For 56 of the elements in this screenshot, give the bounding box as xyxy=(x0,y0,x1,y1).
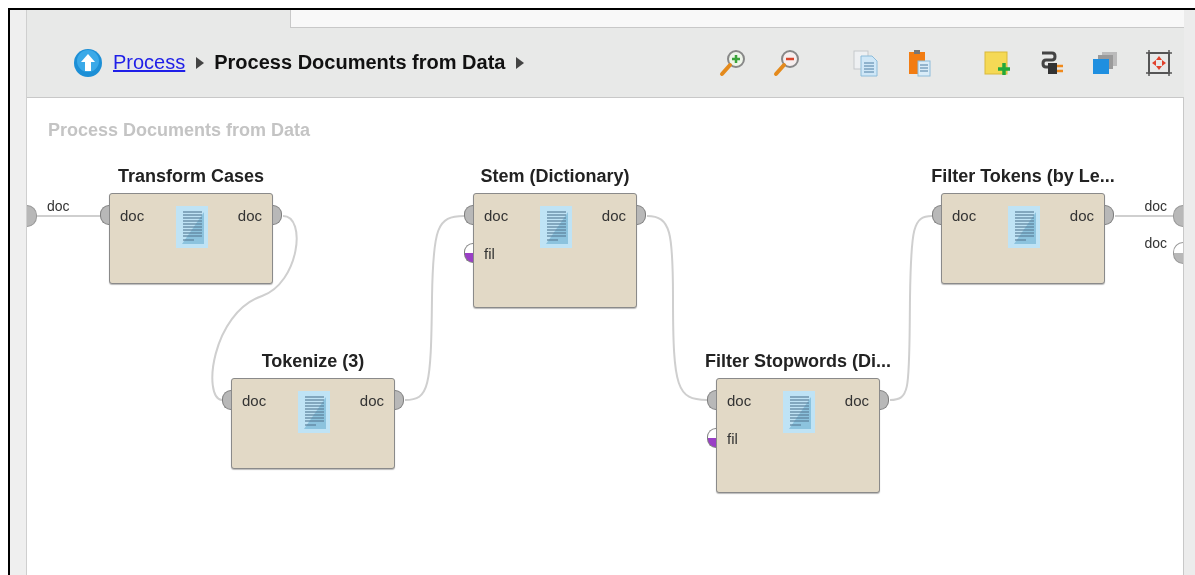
port-label: doc xyxy=(601,207,626,225)
port-label: doc xyxy=(1069,207,1094,225)
breadcrumb-link[interactable]: Process xyxy=(113,51,186,74)
document-icon xyxy=(540,206,572,248)
operator-title: Filter Stopwords (Di... xyxy=(705,351,891,371)
port-connector[interactable] xyxy=(1173,242,1183,264)
port-connector[interactable] xyxy=(222,390,231,410)
operator-box[interactable]: doc doc xyxy=(109,193,273,284)
port-label: doc xyxy=(242,392,267,410)
port-connector[interactable] xyxy=(100,205,109,225)
operator-title: Filter Tokens (by Le... xyxy=(931,166,1115,186)
port-connector[interactable] xyxy=(707,428,716,448)
port-label: doc xyxy=(359,392,384,410)
canvas-title: Process Documents from Data xyxy=(48,120,311,141)
document-icon xyxy=(783,391,815,433)
port-connector[interactable] xyxy=(27,205,37,227)
operator-box[interactable]: doc fil doc xyxy=(716,378,880,493)
caret-icon[interactable] xyxy=(516,56,525,69)
port-connector[interactable] xyxy=(464,243,473,263)
connection-line xyxy=(36,215,101,217)
port-connector[interactable] xyxy=(273,205,282,225)
port-connector[interactable] xyxy=(880,390,889,410)
port-label: doc xyxy=(952,207,977,225)
fit-view-icon[interactable] xyxy=(1144,47,1174,78)
port-connector[interactable] xyxy=(707,390,716,410)
operator-title: Transform Cases xyxy=(117,166,265,186)
port-label: doc xyxy=(47,198,70,214)
port-connector[interactable] xyxy=(1105,205,1114,225)
caret-icon[interactable] xyxy=(196,56,205,69)
port-connector[interactable] xyxy=(932,205,941,225)
connection-line xyxy=(1114,215,1174,217)
port-label: fil xyxy=(727,430,738,448)
zoom-in-icon[interactable] xyxy=(718,47,748,78)
breadcrumb-current: Process Documents from Data xyxy=(214,51,506,74)
port-label: doc xyxy=(237,207,262,225)
operator-box[interactable]: doc fil doc xyxy=(473,193,637,308)
document-icon xyxy=(176,206,208,248)
port-connector[interactable] xyxy=(464,205,473,225)
operator-box[interactable]: doc doc xyxy=(231,378,395,469)
port-connector[interactable] xyxy=(395,390,404,410)
operator-title: Tokenize (3) xyxy=(261,351,365,371)
port-label: doc xyxy=(484,207,509,225)
zoom-out-icon[interactable] xyxy=(772,47,802,78)
port-connector[interactable] xyxy=(1173,205,1183,227)
operator-box[interactable]: doc doc xyxy=(941,193,1105,284)
document-icon xyxy=(298,391,330,433)
port-label: doc xyxy=(727,392,752,410)
port-label: doc xyxy=(1144,235,1167,251)
port-label: doc xyxy=(844,392,869,410)
document-icon xyxy=(1008,206,1040,248)
port-label: fil xyxy=(484,245,495,263)
port-label: doc xyxy=(1144,198,1167,214)
port-label: doc xyxy=(120,207,145,225)
operator-title: Stem (Dictionary) xyxy=(480,166,630,186)
copy-icon[interactable] xyxy=(850,47,880,78)
port-connector[interactable] xyxy=(637,205,646,225)
